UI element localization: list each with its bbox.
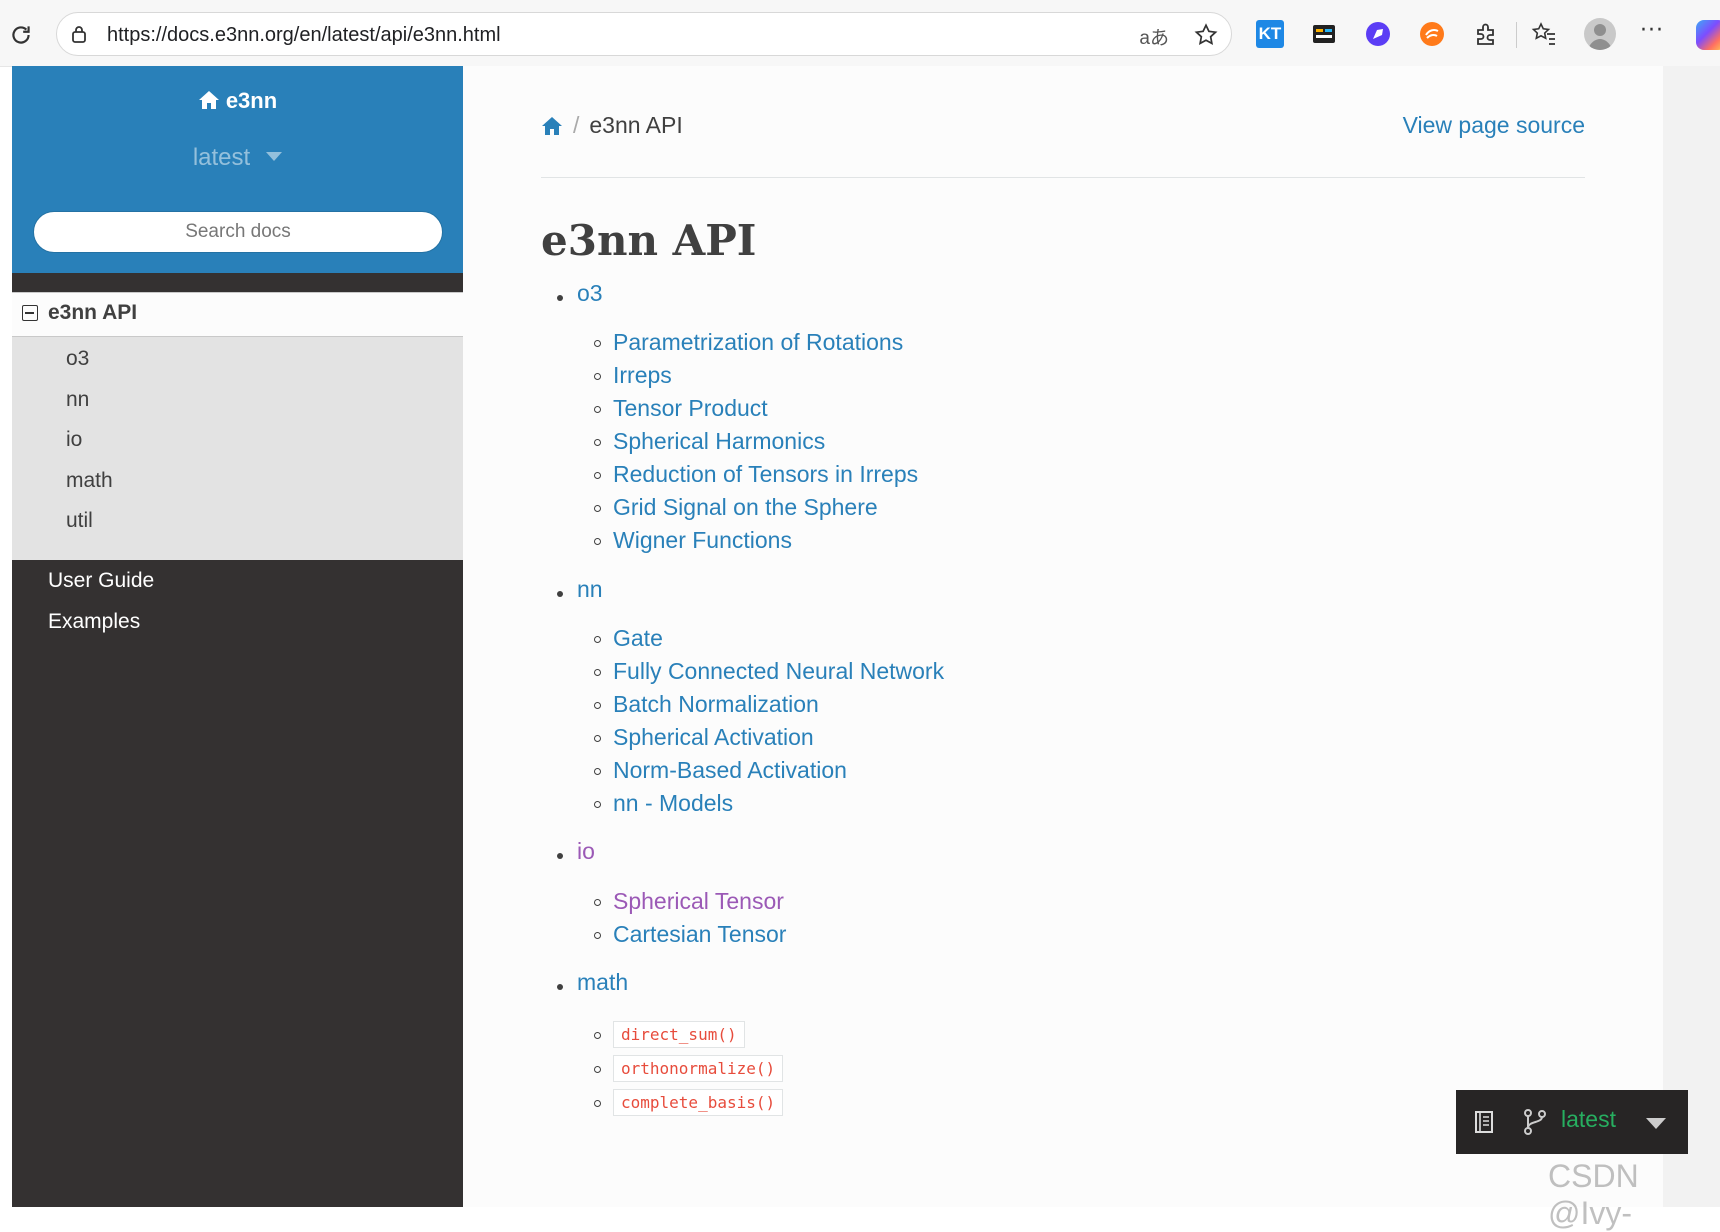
main-content: / e3nn API View page source e3nn API o3 P… [463, 66, 1663, 1207]
toc-link[interactable]: Gate [613, 625, 663, 652]
sidebar-item-examples[interactable]: Examples [48, 610, 140, 634]
version-label: latest [192, 144, 251, 171]
favorites-icon[interactable] [1530, 20, 1558, 48]
extensions-puzzle-icon[interactable] [1472, 20, 1500, 48]
toc-link[interactable]: Spherical Harmonics [613, 428, 825, 455]
favorite-star-icon[interactable] [1193, 22, 1219, 48]
bullet [557, 295, 563, 301]
brand-link[interactable]: e3nn [12, 88, 463, 114]
sub-bullet [594, 801, 601, 808]
toc-link[interactable]: Spherical Activation [613, 724, 814, 751]
kt-extension-icon[interactable]: KT [1256, 20, 1284, 48]
toolbar-separator [1516, 22, 1517, 48]
sub-bullet [594, 1066, 601, 1073]
sub-bullet [594, 702, 601, 709]
sidebar-item-io[interactable]: io [66, 428, 82, 452]
sidebar-item-nn[interactable]: nn [66, 388, 89, 412]
book-icon [1475, 1111, 1493, 1133]
toc-link[interactable]: Irreps [613, 362, 672, 389]
translate-icon[interactable]: aあ [1139, 23, 1169, 50]
version-badge-label: latest [1561, 1106, 1616, 1132]
sub-bullet [594, 538, 601, 545]
toc-link[interactable]: Parametrization of Rotations [613, 329, 903, 356]
toc-link[interactable]: Reduction of Tensors in Irreps [613, 461, 918, 488]
sub-bullet [594, 636, 601, 643]
toc-section-nn[interactable]: nn [577, 576, 603, 603]
browser-toolbar: https://docs.e3nn.org/en/latest/api/e3nn… [0, 0, 1720, 67]
more-menu-icon[interactable]: ··· [1640, 18, 1664, 43]
sidebar: e3nn latest Search docs e3nn API o3 nn i… [12, 66, 463, 1207]
page-title: e3nn API [541, 216, 757, 265]
toc-code-link[interactable]: direct_sum() [613, 1021, 745, 1048]
breadcrumb-separator: / [573, 112, 580, 138]
sub-bullet [594, 735, 601, 742]
reload-icon[interactable] [8, 22, 34, 48]
lock-icon[interactable] [69, 24, 89, 44]
sub-bullet [594, 932, 601, 939]
toc-link[interactable]: Batch Normalization [613, 691, 819, 718]
view-source-link[interactable]: View page source [1403, 112, 1585, 139]
url-text[interactable]: https://docs.e3nn.org/en/latest/api/e3nn… [107, 24, 501, 47]
toc-code-link[interactable]: complete_basis() [613, 1089, 784, 1116]
search-input[interactable]: Search docs [33, 211, 443, 253]
brand-name: e3nn [225, 88, 278, 113]
sidebar-header: e3nn latest Search docs [12, 66, 463, 273]
toc-link[interactable]: nn - Models [613, 790, 733, 817]
toc-link[interactable]: Grid Signal on the Sphere [613, 494, 878, 521]
git-branch-icon [1524, 1109, 1546, 1135]
toc-section-io[interactable]: io [577, 838, 595, 865]
home-icon[interactable] [541, 116, 563, 136]
caret-down-icon [266, 152, 283, 161]
toc-link[interactable]: Wigner Functions [613, 527, 792, 554]
sidebar-item-e3nn-api[interactable]: e3nn API [12, 292, 463, 337]
orange-extension-icon[interactable] [1418, 20, 1446, 48]
bullet [557, 853, 563, 859]
copilot-icon[interactable] [1696, 20, 1720, 50]
sub-bullet [594, 505, 601, 512]
bullet [557, 591, 563, 597]
breadcrumb-current: e3nn API [589, 112, 683, 138]
sub-bullet [594, 340, 601, 347]
sidebar-item-user-guide[interactable]: User Guide [48, 569, 154, 593]
sidebar-subnav: o3 nn io math util [12, 337, 463, 560]
sub-bullet [594, 899, 601, 906]
toc-link[interactable]: Cartesian Tensor [613, 921, 786, 948]
version-badge[interactable]: latest [1456, 1090, 1688, 1154]
caret-down-icon[interactable] [1646, 1118, 1666, 1129]
sub-bullet [594, 472, 601, 479]
home-icon [198, 91, 219, 109]
bullet [557, 984, 563, 990]
sub-bullet [594, 1100, 601, 1107]
sub-bullet [594, 669, 601, 676]
toc-link[interactable]: Norm-Based Activation [613, 757, 847, 784]
toc-link[interactable]: Fully Connected Neural Network [613, 658, 944, 685]
sidebar-item-label: e3nn API [48, 301, 138, 324]
sub-bullet [594, 1032, 601, 1039]
sidebar-item-o3[interactable]: o3 [66, 347, 89, 371]
address-bar[interactable]: https://docs.e3nn.org/en/latest/api/e3nn… [56, 12, 1232, 56]
toc-link[interactable]: Tensor Product [613, 395, 768, 422]
sidebar-item-util[interactable]: util [66, 509, 93, 533]
collapse-toggle-icon[interactable] [22, 305, 38, 321]
dashboard-extension-icon[interactable] [1310, 20, 1338, 48]
toc-section-o3[interactable]: o3 [577, 280, 603, 307]
toc-code-link[interactable]: orthonormalize() [613, 1055, 784, 1082]
watermark: CSDN @Ivy- [1548, 1158, 1639, 1231]
sub-bullet [594, 439, 601, 446]
breadcrumb: / e3nn API [541, 112, 683, 139]
sidebar-item-math[interactable]: math [66, 469, 113, 493]
sub-bullet [594, 406, 601, 413]
toc-link[interactable]: Spherical Tensor [613, 888, 784, 915]
rocket-extension-icon[interactable] [1364, 20, 1392, 48]
version-selector[interactable]: latest [12, 144, 463, 172]
toc-section-math[interactable]: math [577, 969, 628, 996]
page-gutter [1663, 66, 1720, 1207]
sub-bullet [594, 768, 601, 775]
sub-bullet [594, 373, 601, 380]
profile-avatar[interactable] [1584, 18, 1616, 50]
divider [541, 177, 1585, 178]
